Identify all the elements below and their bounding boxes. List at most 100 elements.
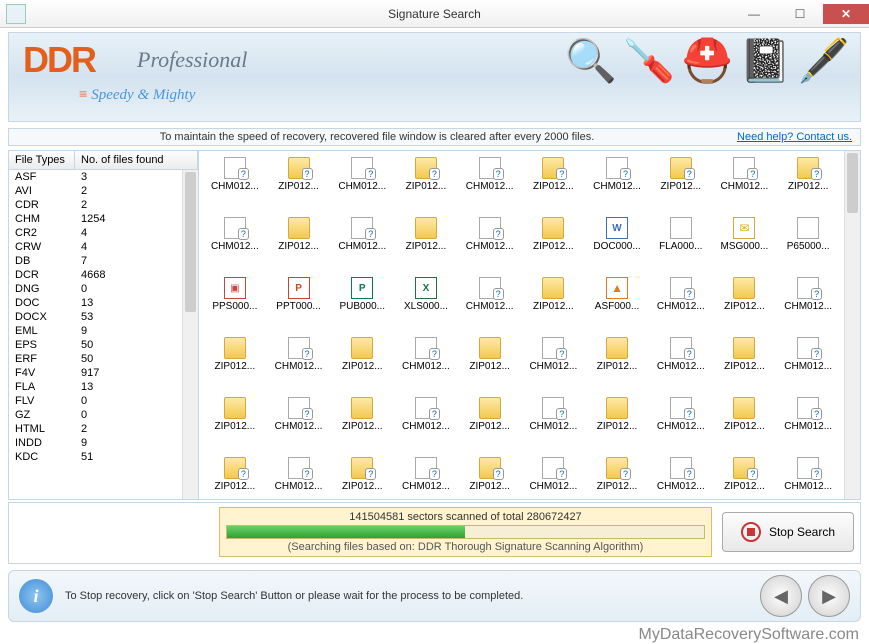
filetype-row[interactable]: EML9 <box>9 324 182 338</box>
files-grid[interactable]: CHM012...ZIP012...CHM012...ZIP012...CHM0… <box>199 151 844 499</box>
file-item[interactable]: ZIP012... <box>458 397 522 453</box>
close-button[interactable]: ✕ <box>823 4 869 24</box>
filetype-row[interactable]: AVI2 <box>9 184 182 198</box>
file-item[interactable]: CHM012... <box>585 157 649 213</box>
footer-message: To Stop recovery, click on 'Stop Search'… <box>65 590 754 602</box>
filetype-row[interactable]: ASF3 <box>9 170 182 184</box>
file-label: ZIP012... <box>788 181 829 192</box>
filetype-row[interactable]: FLV0 <box>9 394 182 408</box>
filetypes-scrollbar[interactable] <box>182 170 198 499</box>
stop-search-button[interactable]: Stop Search <box>722 512 854 552</box>
file-item[interactable]: CHM012... <box>267 337 331 393</box>
folderq-icon <box>733 457 755 479</box>
file-item[interactable]: ZIP012... <box>394 217 458 273</box>
file-item[interactable]: CHM012... <box>458 277 522 333</box>
file-item[interactable]: ZIP012... <box>585 457 649 499</box>
filetypes-col-type[interactable]: File Types <box>9 151 75 169</box>
file-item[interactable]: ZIP012... <box>522 157 586 213</box>
file-item[interactable]: FLA000... <box>649 217 713 273</box>
filetype-row[interactable]: GZ0 <box>9 408 182 422</box>
file-item[interactable]: CHM012... <box>522 457 586 499</box>
filetype-row[interactable]: DNG0 <box>9 282 182 296</box>
file-item[interactable]: ZIP012... <box>330 397 394 453</box>
file-item[interactable]: MSG000... <box>713 217 777 273</box>
filetype-row[interactable]: F4V917 <box>9 366 182 380</box>
filetype-cell-type: DOCX <box>9 310 75 324</box>
file-item[interactable]: CHM012... <box>458 217 522 273</box>
files-scrollbar[interactable] <box>844 151 860 499</box>
file-item[interactable]: ZIP012... <box>585 397 649 453</box>
file-item[interactable]: CHM012... <box>776 337 840 393</box>
file-item[interactable]: CHM012... <box>267 397 331 453</box>
file-item[interactable]: CHM012... <box>394 397 458 453</box>
file-item[interactable]: CHM012... <box>522 337 586 393</box>
file-item[interactable]: P65000... <box>776 217 840 273</box>
file-item[interactable]: ZIP012... <box>649 157 713 213</box>
help-link[interactable]: Need help? Contact us. <box>737 131 852 143</box>
file-types-body[interactable]: ASF3AVI2CDR2CHM1254CR24CRW4DB7DCR4668DNG… <box>9 170 182 499</box>
filetype-row[interactable]: ERF50 <box>9 352 182 366</box>
file-item[interactable]: ZIP012... <box>203 457 267 499</box>
file-item[interactable]: CHM012... <box>522 397 586 453</box>
file-item[interactable]: PPT000... <box>267 277 331 333</box>
next-button[interactable]: ▶ <box>808 575 850 617</box>
file-item[interactable]: CHM012... <box>649 457 713 499</box>
file-item[interactable]: CHM012... <box>649 337 713 393</box>
filetype-row[interactable]: DOCX53 <box>9 310 182 324</box>
maximize-button[interactable]: ☐ <box>777 4 823 24</box>
file-item[interactable]: ZIP012... <box>330 337 394 393</box>
file-item[interactable]: ZIP012... <box>522 217 586 273</box>
filetype-row[interactable]: FLA13 <box>9 380 182 394</box>
file-item[interactable]: CHM012... <box>203 157 267 213</box>
file-item[interactable]: ZIP012... <box>458 457 522 499</box>
file-item[interactable]: CHM012... <box>394 457 458 499</box>
filetype-row[interactable]: CDR2 <box>9 198 182 212</box>
file-item[interactable]: ZIP012... <box>330 457 394 499</box>
file-item[interactable]: ZIP012... <box>585 337 649 393</box>
file-item[interactable]: CHM012... <box>330 217 394 273</box>
filetype-row[interactable]: CRW4 <box>9 240 182 254</box>
filetypes-scroll-thumb[interactable] <box>185 172 196 312</box>
files-scroll-thumb[interactable] <box>847 153 858 213</box>
filetypes-col-count[interactable]: No. of files found <box>75 151 198 169</box>
file-item[interactable]: ZIP012... <box>713 337 777 393</box>
file-item[interactable]: PUB000... <box>330 277 394 333</box>
filetype-row[interactable]: DOC13 <box>9 296 182 310</box>
filetype-row[interactable]: CR24 <box>9 226 182 240</box>
file-item[interactable]: ZIP012... <box>776 157 840 213</box>
file-item[interactable]: CHM012... <box>203 217 267 273</box>
file-item[interactable]: ZIP012... <box>522 277 586 333</box>
file-item[interactable]: ZIP012... <box>713 277 777 333</box>
file-item[interactable]: ZIP012... <box>713 397 777 453</box>
file-item[interactable]: DOC000... <box>585 217 649 273</box>
file-item[interactable]: ASF000... <box>585 277 649 333</box>
file-item[interactable]: ZIP012... <box>203 337 267 393</box>
minimize-button[interactable]: — <box>731 4 777 24</box>
file-item[interactable]: ZIP012... <box>394 157 458 213</box>
filetype-row[interactable]: DB7 <box>9 254 182 268</box>
file-item[interactable]: CHM012... <box>649 277 713 333</box>
file-item[interactable]: XLS000... <box>394 277 458 333</box>
file-item[interactable]: CHM012... <box>267 457 331 499</box>
prev-button[interactable]: ◀ <box>760 575 802 617</box>
file-item[interactable]: CHM012... <box>458 157 522 213</box>
filetype-row[interactable]: CHM1254 <box>9 212 182 226</box>
file-item[interactable]: CHM012... <box>776 277 840 333</box>
file-item[interactable]: CHM012... <box>330 157 394 213</box>
file-item[interactable]: CHM012... <box>713 157 777 213</box>
filetype-row[interactable]: KDC51 <box>9 450 182 464</box>
file-item[interactable]: ZIP012... <box>267 217 331 273</box>
file-item[interactable]: ZIP012... <box>203 397 267 453</box>
file-item[interactable]: PPS000... <box>203 277 267 333</box>
filetype-row[interactable]: EPS50 <box>9 338 182 352</box>
file-item[interactable]: CHM012... <box>776 457 840 499</box>
file-item[interactable]: CHM012... <box>776 397 840 453</box>
file-item[interactable]: CHM012... <box>394 337 458 393</box>
file-item[interactable]: ZIP012... <box>267 157 331 213</box>
file-item[interactable]: CHM012... <box>649 397 713 453</box>
filetype-row[interactable]: HTML2 <box>9 422 182 436</box>
file-item[interactable]: ZIP012... <box>458 337 522 393</box>
file-item[interactable]: ZIP012... <box>713 457 777 499</box>
filetype-row[interactable]: DCR4668 <box>9 268 182 282</box>
filetype-row[interactable]: INDD9 <box>9 436 182 450</box>
